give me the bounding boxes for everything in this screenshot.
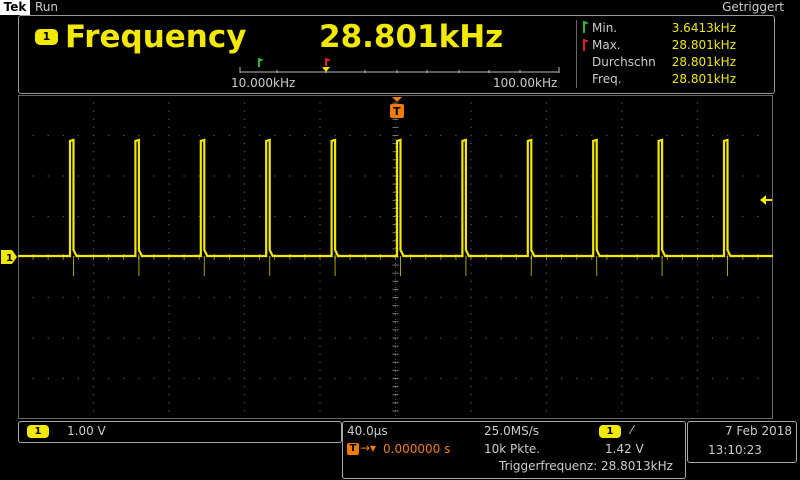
time: 13:10:23 bbox=[708, 443, 762, 457]
stat-freq-label: Freq. bbox=[592, 72, 622, 86]
horizontal-position-icon: T bbox=[347, 443, 359, 455]
horizontal-position-value: 0.000000 s bbox=[383, 442, 451, 456]
stat-max-label: Max. bbox=[592, 38, 621, 52]
waveform-spikes bbox=[73, 256, 728, 276]
datetime-box: 7 Feb 2018 13:10:23 bbox=[687, 421, 797, 463]
tek-logo: Tek bbox=[0, 0, 30, 15]
stat-min-label: Min. bbox=[592, 21, 618, 35]
channel-1-badge: 1 bbox=[27, 425, 49, 438]
trigger-frequency: Triggerfrequenz: 28.8013kHz bbox=[499, 459, 673, 473]
measurement-panel[interactable]: 1 Frequency 28.801kHz 10.000kHz 100.00kH… bbox=[18, 15, 775, 94]
stat-max-value: 28.801kHz bbox=[671, 38, 736, 52]
arrow-right-icon: →▾ bbox=[360, 441, 377, 455]
range-min-label: 10.000kHz bbox=[231, 76, 296, 90]
channel-1-scale: 1.00 V bbox=[67, 424, 106, 438]
channel-1-waveform bbox=[18, 138, 773, 258]
stat-mean-value: 28.801kHz bbox=[671, 55, 736, 69]
trigger-level: 1.42 V bbox=[605, 442, 644, 456]
stat-min-value: 3.6413kHz bbox=[671, 21, 736, 35]
range-max-label: 100.00kHz bbox=[493, 76, 558, 90]
trigger-slope-icon: ⁄ bbox=[631, 423, 634, 437]
stat-mean-label: Durchschn bbox=[592, 55, 656, 69]
channel-marker-label: 1 bbox=[6, 253, 13, 264]
date: 7 Feb 2018 bbox=[724, 424, 792, 438]
trigger-level-marker[interactable] bbox=[759, 194, 773, 206]
trigger-source-badge: 1 bbox=[599, 425, 621, 438]
sample-rate: 25.0MS/s bbox=[484, 424, 539, 438]
trigger-marker-label: T bbox=[393, 105, 401, 118]
frequency-range-scale bbox=[239, 58, 560, 73]
run-status: Run bbox=[35, 0, 59, 14]
measurement-value: 28.801kHz bbox=[319, 19, 504, 55]
measurement-name: Frequency bbox=[65, 19, 247, 55]
trigger-position-marker[interactable]: T bbox=[389, 96, 405, 121]
trigger-status: Getriggert bbox=[722, 0, 784, 14]
waveform-display[interactable] bbox=[18, 95, 773, 419]
time-per-division: 40.0µs bbox=[347, 424, 388, 438]
timebase-trigger-box[interactable]: 40.0µs 25.0MS/s 1 ⁄ T →▾ 0.000000 s 10k … bbox=[342, 421, 686, 479]
min-max-flag-icons bbox=[583, 21, 589, 51]
measurement-channel-badge: 1 bbox=[35, 29, 58, 45]
channel-1-ground-marker[interactable]: 1 bbox=[0, 249, 18, 265]
channel-1-scale-box[interactable]: 1 1.00 V bbox=[18, 421, 342, 443]
record-length: 10k Pkte. bbox=[484, 442, 541, 456]
stats-divider bbox=[576, 20, 577, 88]
stat-freq-value: 28.801kHz bbox=[671, 72, 736, 86]
